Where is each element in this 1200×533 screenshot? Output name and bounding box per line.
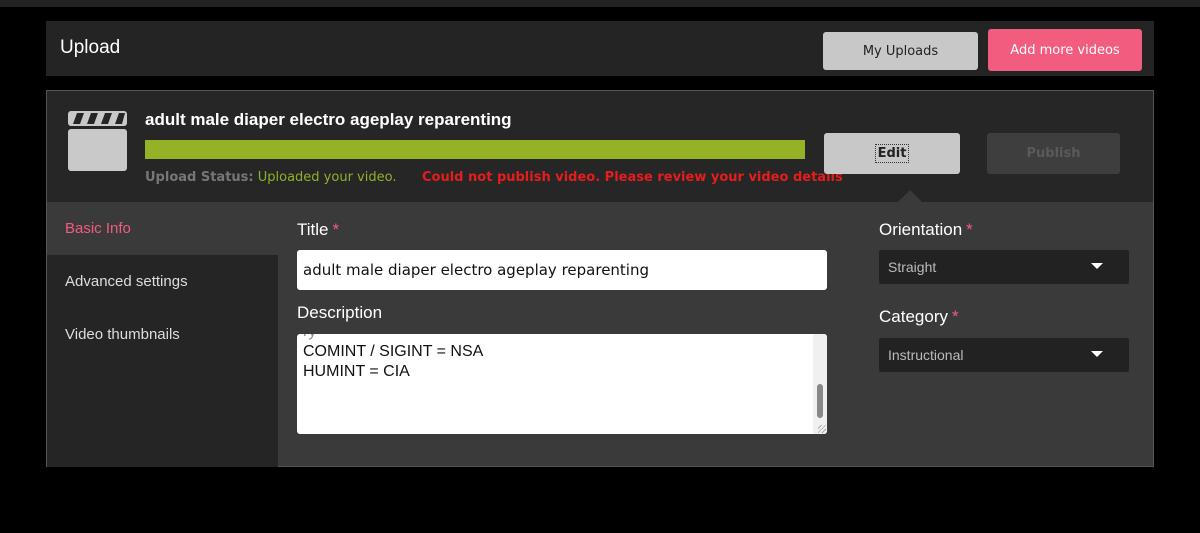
upload-progress-bar: [145, 140, 805, 159]
chevron-down-icon: [1091, 263, 1103, 269]
edit-pointer-arrow: [898, 190, 922, 202]
orientation-select-value: Straight: [888, 259, 937, 275]
top-strip: [0, 0, 1200, 7]
edit-button[interactable]: Edit: [824, 133, 960, 174]
orientation-label-text: Orientation: [879, 220, 963, 239]
sidebar: Basic Info Advanced settings Video thumb…: [47, 202, 278, 467]
category-label-text: Category: [879, 307, 948, 326]
description-textarea[interactable]: ry COMINT / SIGINT = NSA HUMINT = CIA: [297, 334, 827, 434]
description-content: COMINT / SIGINT = NSA HUMINT = CIA: [303, 343, 484, 380]
video-title: adult male diaper electro ageplay repare…: [145, 110, 512, 129]
required-mark: *: [332, 220, 340, 239]
upload-status-label: Upload Status:: [145, 170, 254, 185]
description-text: ry COMINT / SIGINT = NSA HUMINT = CIA: [303, 334, 811, 382]
clapperboard-icon: [68, 111, 127, 171]
description-scroll-thumb[interactable]: [817, 384, 823, 418]
description-field-label: Description: [297, 303, 383, 322]
upload-header: Upload My Uploads Add more videos: [46, 21, 1154, 76]
title-input[interactable]: [297, 250, 827, 290]
page-title: Upload: [60, 37, 121, 58]
edit-button-label: Edit: [874, 144, 910, 163]
category-field-label: Category *: [879, 307, 959, 327]
upload-status: Upload Status: Uploaded your video.: [145, 170, 396, 185]
publish-button[interactable]: Publish: [987, 133, 1120, 174]
category-select-value: Instructional: [888, 347, 964, 363]
required-mark: *: [966, 220, 973, 239]
sidebar-item-basic-info[interactable]: Basic Info: [47, 202, 278, 255]
title-field-label: Title *: [297, 220, 339, 240]
orientation-select[interactable]: Straight: [879, 250, 1129, 284]
upload-panel: adult male diaper electro ageplay repare…: [46, 90, 1154, 467]
orientation-field-label: Orientation *: [879, 220, 973, 240]
sidebar-item-advanced-settings[interactable]: Advanced settings: [47, 255, 278, 308]
description-scrollbar[interactable]: [813, 334, 827, 434]
required-mark: *: [951, 307, 959, 326]
category-select[interactable]: Instructional: [879, 338, 1129, 372]
upload-status-value: Uploaded your video.: [257, 170, 397, 185]
chevron-down-icon: [1091, 351, 1103, 357]
upload-item: adult male diaper electro ageplay repare…: [47, 91, 1153, 202]
add-more-videos-button[interactable]: Add more videos: [988, 29, 1142, 71]
publish-error-message: Could not publish video. Please review y…: [422, 170, 843, 185]
my-uploads-button[interactable]: My Uploads: [823, 32, 978, 70]
title-label-text: Title: [297, 220, 329, 239]
upload-progress-fill: [145, 140, 805, 159]
resize-grip-icon[interactable]: [818, 425, 826, 433]
sidebar-item-video-thumbnails[interactable]: Video thumbnails: [47, 308, 278, 361]
